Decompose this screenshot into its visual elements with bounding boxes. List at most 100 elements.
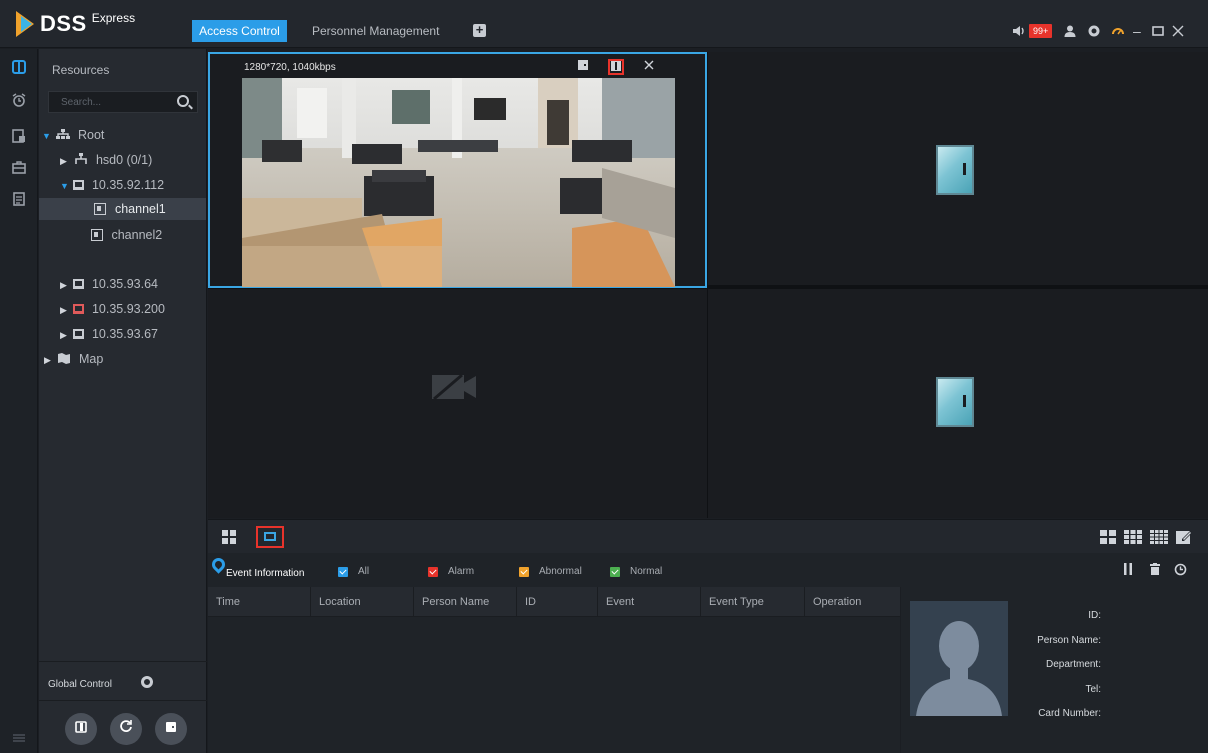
- tree-label: Map: [78, 352, 104, 366]
- column-header-time[interactable]: Time: [208, 587, 311, 617]
- video-window-3[interactable]: [208, 289, 707, 518]
- filter-all-checkbox[interactable]: All: [338, 566, 369, 577]
- tree-node-channel2[interactable]: channel2: [91, 224, 162, 246]
- minimize-icon[interactable]: –: [1133, 22, 1141, 40]
- filter-alarm-checkbox[interactable]: Alarm: [428, 566, 474, 577]
- logo-mark-icon: [16, 11, 38, 37]
- maximize-icon[interactable]: [1152, 22, 1164, 40]
- video-window-4[interactable]: [708, 289, 1208, 518]
- video-window-1[interactable]: 1280*720, 1040kbps: [208, 52, 707, 288]
- access-device-icon: [73, 329, 85, 339]
- tab-access-control[interactable]: Access Control: [192, 20, 287, 42]
- channel-door-icon: [91, 229, 103, 241]
- org-node-icon: [75, 153, 88, 164]
- tree-node-hsd0[interactable]: ▶ hsd0 (0/1): [60, 149, 152, 171]
- collapse-panel-icon[interactable]: [10, 729, 28, 747]
- close-video-icon[interactable]: [644, 60, 654, 74]
- grid-layout-icon[interactable]: [222, 530, 236, 544]
- normal-state-button[interactable]: [110, 713, 142, 745]
- global-control-settings-icon[interactable]: [141, 676, 153, 688]
- layout-4x4-icon[interactable]: [1150, 530, 1168, 547]
- alarm-count-badge[interactable]: 99+: [1029, 24, 1053, 38]
- filter-abnormal-checkbox[interactable]: Abnormal: [519, 566, 582, 577]
- filter-normal-checkbox[interactable]: Normal: [610, 566, 662, 577]
- layout-3x3-icon[interactable]: [1124, 530, 1142, 547]
- search-icon[interactable]: [177, 95, 189, 107]
- logo-text: DSS: [40, 11, 87, 36]
- tree-node-map[interactable]: ▶ Map: [44, 348, 103, 370]
- event-table-body: [208, 617, 900, 753]
- log-list-icon[interactable]: [10, 191, 28, 209]
- caret-right-icon[interactable]: ▶: [60, 274, 70, 296]
- caret-down-icon[interactable]: ▼: [60, 175, 70, 197]
- global-control-label: Global Control: [48, 679, 112, 690]
- caret-right-icon[interactable]: ▶: [60, 150, 70, 172]
- video-grid: 1280*720, 1040kbps: [208, 52, 1208, 518]
- layout-2x2-icon[interactable]: [1100, 530, 1116, 547]
- pause-icon[interactable]: [1123, 563, 1133, 578]
- resources-title: Resources: [52, 63, 110, 77]
- door-status-icon[interactable]: [578, 60, 588, 74]
- person-id-label: ID:: [1088, 610, 1101, 621]
- settings-gear-icon[interactable]: [1087, 22, 1101, 40]
- tree-label: 10.35.93.67: [91, 327, 159, 341]
- caret-down-icon[interactable]: ▼: [42, 125, 52, 147]
- tree-label: 10.35.92.112: [91, 178, 165, 192]
- column-header-operation[interactable]: Operation: [805, 587, 900, 617]
- user-icon[interactable]: [1063, 22, 1077, 40]
- tree-node-root[interactable]: ▼ Root: [42, 124, 104, 146]
- screen-icon: [264, 532, 276, 541]
- person-name-label: Person Name:: [1037, 635, 1101, 646]
- access-record-icon[interactable]: [10, 128, 28, 146]
- tab-personnel-management[interactable]: Personnel Management: [306, 20, 445, 42]
- video-window-2[interactable]: [708, 52, 1208, 285]
- column-header-event[interactable]: Event: [598, 587, 701, 617]
- checkbox-checked-icon[interactable]: [610, 566, 620, 577]
- caret-right-icon[interactable]: ▶: [44, 349, 54, 371]
- column-header-event-type[interactable]: Event Type: [701, 587, 805, 617]
- door-open-icon: [75, 721, 87, 733]
- org-root-icon: [56, 129, 71, 139]
- access-device-alarm-icon: [73, 304, 85, 314]
- door-control-icon[interactable]: [10, 59, 28, 77]
- checkbox-checked-icon[interactable]: [338, 566, 348, 577]
- caret-right-icon[interactable]: ▶: [60, 299, 70, 321]
- caret-right-icon[interactable]: ▶: [60, 324, 70, 346]
- column-header-location[interactable]: Location: [311, 587, 414, 617]
- tree-node-device-10-35-93-64[interactable]: ▶ 10.35.93.64: [60, 273, 158, 295]
- divider: [39, 700, 207, 701]
- tree-label: Root: [77, 128, 105, 142]
- tree-label: 10.35.93.200: [91, 302, 165, 316]
- alarm-badge[interactable]: 99+: [1029, 22, 1053, 40]
- search-box: [48, 91, 198, 113]
- live-video-feed[interactable]: [242, 78, 675, 287]
- event-panel-toggle-button[interactable]: [256, 526, 284, 548]
- close-icon[interactable]: [1172, 22, 1184, 40]
- app-logo: DSS Express: [16, 9, 135, 39]
- column-header-id[interactable]: ID: [517, 587, 598, 617]
- tree-node-device-10-35-92-112[interactable]: ▼ 10.35.92.112: [60, 174, 164, 196]
- checkbox-checked-icon[interactable]: [428, 566, 438, 577]
- tree-node-device-10-35-93-67[interactable]: ▶ 10.35.93.67: [60, 323, 158, 345]
- alarm-clock-icon[interactable]: [10, 92, 28, 110]
- custom-layout-edit-icon[interactable]: [1176, 530, 1192, 547]
- performance-gauge-icon[interactable]: [1111, 22, 1125, 40]
- open-door-icon[interactable]: [608, 59, 624, 75]
- column-header-person-name[interactable]: Person Name: [414, 587, 517, 617]
- tree-node-device-10-35-93-200[interactable]: ▶ 10.35.93.200: [60, 298, 165, 320]
- open-all-doors-button[interactable]: [65, 713, 97, 745]
- checkbox-checked-icon[interactable]: [519, 566, 529, 577]
- briefcase-icon[interactable]: [10, 159, 28, 177]
- search-input[interactable]: [49, 92, 169, 112]
- door-closed-icon: [166, 722, 176, 732]
- event-info-title: Event Information: [226, 568, 305, 579]
- trash-icon[interactable]: [1150, 563, 1160, 578]
- tree-node-channel1[interactable]: channel1: [39, 198, 206, 220]
- close-all-doors-button[interactable]: [155, 713, 187, 745]
- access-device-icon: [73, 279, 85, 289]
- history-icon[interactable]: [1174, 563, 1187, 579]
- speaker-icon[interactable]: [1012, 22, 1026, 40]
- event-info-bar: Event Information All Alarm Abnormal Nor…: [208, 553, 1208, 587]
- add-tab-icon[interactable]: +: [473, 23, 486, 37]
- filter-label: Normal: [630, 566, 663, 577]
